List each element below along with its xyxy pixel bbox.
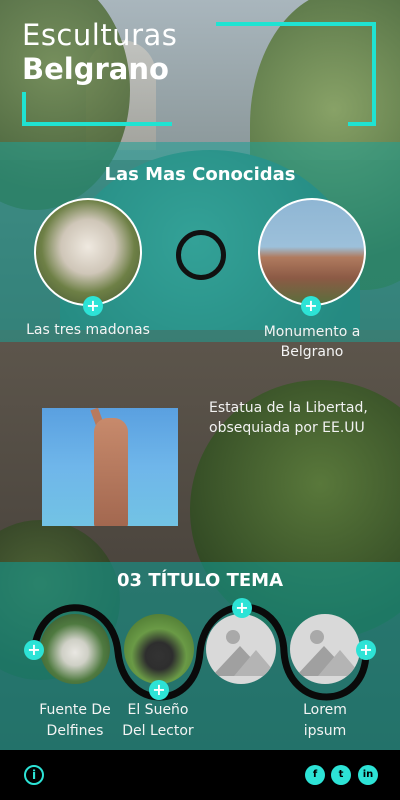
frame-accent-bottom-left xyxy=(22,92,26,126)
plus-icon[interactable]: + xyxy=(232,598,252,618)
facebook-icon[interactable]: f xyxy=(305,765,325,785)
ring-loader-icon xyxy=(176,230,226,280)
statue-caption: Estatua de la Libertad, obsequiada por E… xyxy=(209,400,368,436)
plus-icon[interactable]: + xyxy=(149,680,169,700)
topic-label-fuente[interactable]: Fuente De Delfines xyxy=(30,700,120,742)
featured-section: Las Mas Conocidas + + Las tres madonas M… xyxy=(0,142,400,360)
topic-label-lorem[interactable]: Lorem ipsum xyxy=(280,700,370,742)
image-placeholder-icon[interactable] xyxy=(206,614,276,684)
twitter-icon[interactable]: t xyxy=(331,765,351,785)
plus-icon[interactable]: + xyxy=(301,296,321,316)
featured-title: Las Mas Conocidas xyxy=(104,164,296,185)
app-title-line2: Belgrano xyxy=(22,52,169,86)
statue-image[interactable] xyxy=(42,408,178,526)
info-icon[interactable]: i xyxy=(24,765,44,785)
featured-label-monumento[interactable]: Monumento a Belgrano xyxy=(240,322,384,362)
plus-icon[interactable]: + xyxy=(83,296,103,316)
featured-image-monumento[interactable] xyxy=(258,198,366,306)
header: Esculturas Belgrano xyxy=(0,0,400,140)
featured-label-madonas[interactable]: Las tres madonas xyxy=(22,322,154,338)
topic-thumb-fuente[interactable] xyxy=(40,614,110,684)
topic-label-sueno[interactable]: El Sueño Del Lector xyxy=(118,700,198,742)
plus-icon[interactable]: + xyxy=(24,640,44,660)
linkedin-icon[interactable]: in xyxy=(358,765,378,785)
image-placeholder-icon[interactable] xyxy=(290,614,360,684)
app-title-line1: Esculturas xyxy=(22,18,178,52)
frame-accent-bottom-left-bar xyxy=(22,122,172,126)
topic-thumb-sueno[interactable] xyxy=(124,614,194,684)
topic-section: 03 TÍTULO TEMA + + + + Fuente De Delfine… xyxy=(0,562,400,750)
footer-bar: i f t in xyxy=(0,750,400,800)
plus-icon[interactable]: + xyxy=(356,640,376,660)
frame-accent-top-right-end xyxy=(348,122,376,126)
featured-image-madonas[interactable] xyxy=(34,198,142,306)
frame-accent-top-right xyxy=(216,22,376,126)
